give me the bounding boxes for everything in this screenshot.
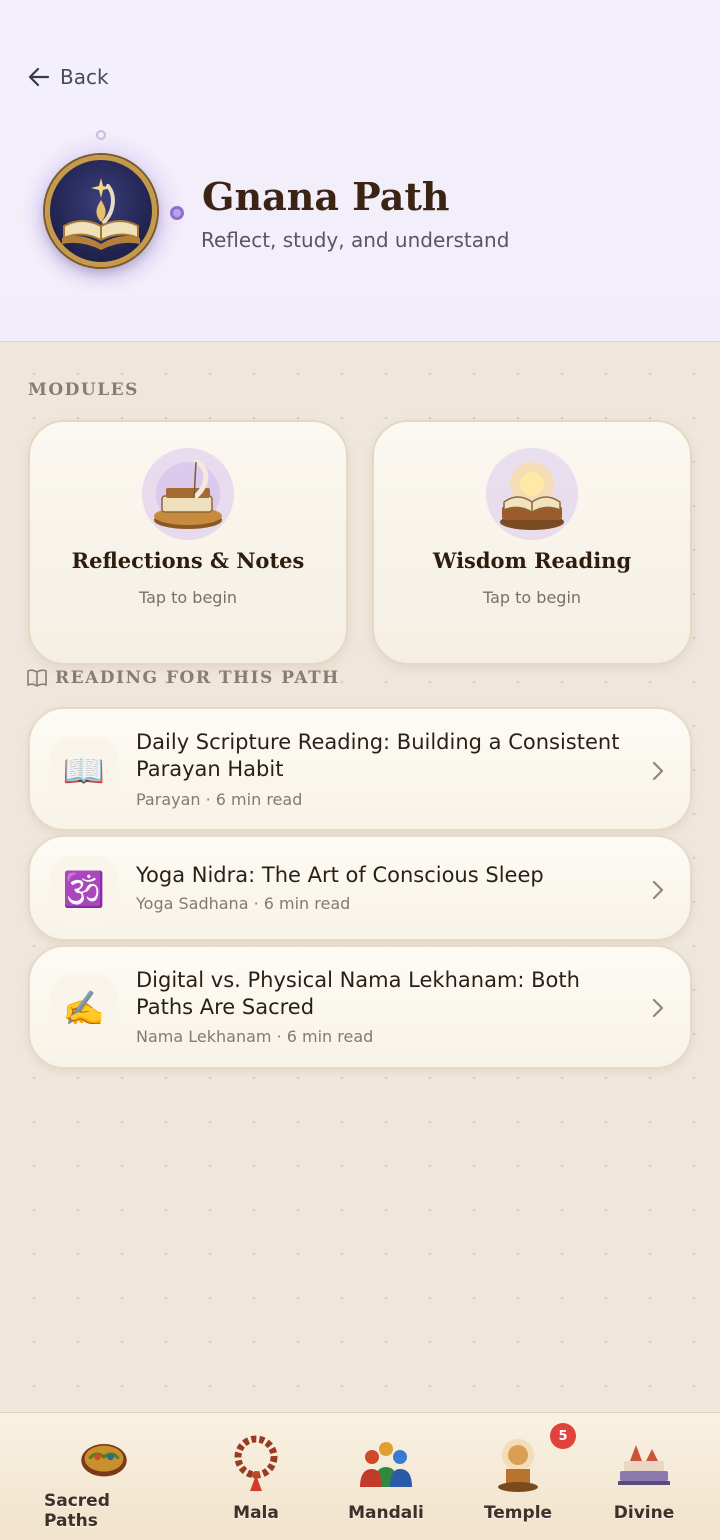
module-title: Reflections & Notes (71, 548, 305, 573)
decorative-orb (170, 206, 184, 220)
article-meta: Parayan · 6 min read (136, 790, 303, 809)
modules-section-label: MODULES (28, 380, 139, 400)
book-emoji-icon: 📖 (50, 737, 118, 805)
notification-badge: 5 (550, 1423, 576, 1449)
nav-item-mala[interactable]: Mala (216, 1431, 296, 1531)
article-title: Digital vs. Physical Nama Lekhanam: Both… (136, 968, 580, 1019)
reading-section-title: READING FOR THIS PATH (55, 668, 340, 688)
module-subtitle: Tap to begin (482, 588, 582, 607)
nav-item-sacred-paths[interactable]: Sacred Paths (44, 1431, 164, 1531)
page-title: Gnana Path (202, 174, 450, 219)
module-card-reflections[interactable]: Reflections & Notes Tap to begin (28, 420, 348, 665)
nav-item-mandali[interactable]: Mandali (340, 1431, 432, 1531)
quill-book-icon (138, 444, 238, 544)
sacred-paths-icon (81, 1444, 127, 1477)
article-card[interactable]: 🕉️ Yoga Nidra: The Art of Conscious Slee… (28, 835, 692, 941)
nav-label: Temple (483, 1503, 553, 1523)
writing-hand-emoji-icon: ✍️ (50, 975, 118, 1043)
mandali-icon (360, 1442, 412, 1487)
nav-item-divine[interactable]: Divine (604, 1431, 684, 1531)
module-title: Wisdom Reading (432, 548, 632, 573)
page-subtitle: Reflect, study, and understand (201, 228, 510, 252)
page-header: Back Gnana Path Reflect, study, and unde… (0, 0, 720, 342)
article-card[interactable]: ✍️ Digital vs. Physical Nama Lekhanam: B… (28, 945, 692, 1069)
nav-item-temple[interactable]: Temple 5 (476, 1423, 576, 1531)
back-button[interactable]: Back (28, 62, 109, 92)
arrow-left-icon (28, 67, 50, 87)
nav-label: Mala (233, 1503, 279, 1523)
nav-label: Mandali (348, 1503, 424, 1523)
bottom-nav: Sacred Paths Mala Mandali Temple 5 Divin… (0, 1412, 720, 1540)
chevron-right-icon (652, 761, 664, 781)
temple-icon (498, 1439, 538, 1492)
mala-icon (234, 1435, 278, 1491)
nav-label: Divine (613, 1503, 675, 1523)
chevron-right-icon (652, 998, 664, 1018)
back-label: Back (60, 65, 109, 89)
article-meta: Yoga Sadhana · 6 min read (136, 894, 351, 913)
glowing-book-icon (482, 444, 582, 544)
open-book-icon (27, 669, 47, 687)
divine-icon (618, 1445, 670, 1485)
nav-label: Sacred Paths (44, 1491, 110, 1531)
article-card[interactable]: 📖 Daily Scripture Reading: Building a Co… (28, 707, 692, 831)
article-meta: Nama Lekhanam · 6 min read (136, 1027, 374, 1046)
module-subtitle: Tap to begin (138, 588, 238, 607)
path-emblem-icon (20, 130, 185, 295)
article-title: Yoga Nidra: The Art of Conscious Sleep (136, 863, 544, 887)
om-emoji-icon: 🕉️ (50, 856, 118, 924)
module-card-wisdom-reading[interactable]: Wisdom Reading Tap to begin (372, 420, 692, 665)
chevron-right-icon (652, 880, 664, 900)
article-title: Daily Scripture Reading: Building a Cons… (136, 730, 620, 781)
reading-section-label: READING FOR THIS PATH (27, 668, 340, 688)
